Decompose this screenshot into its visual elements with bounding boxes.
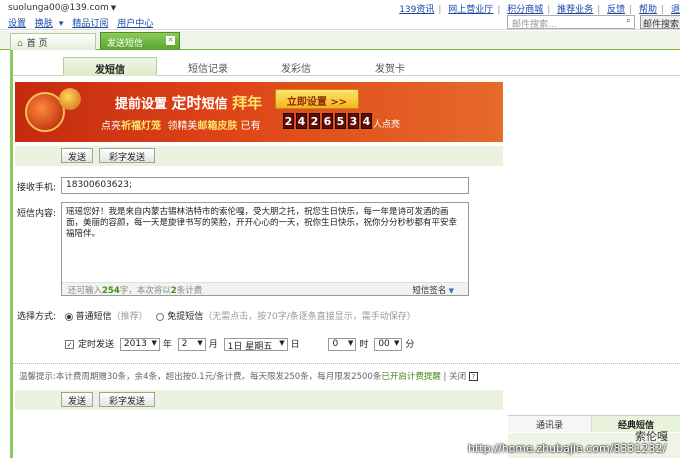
set-now-button[interactable]: 立即设置 >> [275, 89, 359, 109]
tab-home-label: 首 页 [26, 39, 48, 49]
counter-suffix: 人点亮 [373, 120, 401, 130]
mail-search-input[interactable]: 邮件搜索... ⌕ [507, 15, 635, 30]
settings-link[interactable]: 设置 [8, 19, 26, 29]
tab-sms-label: 发送短信 [107, 39, 144, 49]
top-action-bar: 发送 彩字发送 [15, 146, 503, 166]
counter-digit: 2 [283, 113, 294, 129]
close-icon[interactable]: ✕ [166, 36, 175, 45]
recipient-label: 接收手机: [17, 183, 57, 193]
top-bar: suolunga00@139.com ▼ 设置 换肤 ▾ 精品订阅 用户中心 139… [0, 0, 680, 30]
content-text: 瑶瑶您好！我是来自内蒙古锡林浩特市的索伦嘎，受大朋之托，祝您生日快乐，每一年是诗… [66, 207, 458, 239]
lantern-icon [59, 88, 81, 110]
mail-search-button[interactable]: 邮件搜索 [640, 15, 680, 29]
normal-sms-radio[interactable] [64, 312, 73, 321]
schedule-checkbox[interactable]: ✓ [65, 340, 74, 349]
counter-digit: 6 [322, 113, 333, 129]
top-right-links: 139资讯 | 网上营业厅 | 积分商城 | 推荐业务 | 反馈 | 帮助 | 退 [399, 5, 680, 15]
chevron-down-icon: ▼ [110, 4, 117, 12]
banner-headline: 提前设置 定时短信 拜年 [115, 94, 263, 112]
schedule-label: 定时发送 [78, 340, 115, 350]
year-select[interactable]: 2013 ▼ [119, 338, 160, 351]
char-counter: 还可输入254字，本次将以2条计费 短信签名 ▼ [62, 282, 468, 296]
user-center-link[interactable]: 用户中心 [117, 19, 153, 29]
promo-banner[interactable]: 提前设置 定时短信 拜年 立即设置 >> 点亮祈福灯笼 领精美邮箱皮肤 已有 2… [15, 82, 503, 142]
billing-reminder-link[interactable]: 已开启计费提醒 [381, 372, 441, 382]
counter-digit: 3 [348, 113, 359, 129]
service-hall-link[interactable]: 网上营业厅 [448, 5, 493, 15]
billing-tip: 温馨提示:本计费周期赠30条，余4条，超出按0.1元/条计费。每天限发250条，… [13, 363, 680, 382]
search-icon[interactable]: ⌕ [626, 16, 631, 26]
recommend-link[interactable]: 推荐业务 [557, 5, 593, 15]
chevron-down-icon: ▾ [58, 19, 64, 29]
content-label: 短信内容: [17, 209, 57, 219]
counter-digit: 2 [309, 113, 320, 129]
close-reminder-link[interactable]: | 关闭 [441, 372, 469, 382]
mms-send-button[interactable]: 彩字发送 [99, 148, 155, 163]
tab-send-sms[interactable]: 发送短信 ✕ [100, 32, 180, 50]
news-link[interactable]: 139资讯 [399, 5, 434, 15]
tab-contacts[interactable]: 通讯录 [508, 416, 592, 432]
help-icon[interactable]: ? [468, 372, 478, 381]
content-textarea[interactable]: 瑶瑶您好！我是来自内蒙古锡林浩特市的索伦嘎，受大朋之托，祝您生日快乐，每一年是诗… [61, 202, 469, 296]
skin-link[interactable]: 换肤 [35, 19, 53, 29]
points-mall-link[interactable]: 积分商城 [507, 5, 543, 15]
signature-dropdown[interactable]: 短信签名 ▼ [412, 284, 454, 296]
logout-link[interactable]: 退 [671, 5, 680, 15]
subtab-sms-records[interactable]: 短信记录 [161, 57, 255, 76]
flash-sms-label: 免提短信 [167, 312, 204, 322]
mode-label: 选择方式: [17, 312, 57, 322]
lit-counter: 2 4 2 6 5 3 4 [283, 113, 372, 129]
tab-home[interactable]: ⌂ 首 页 [10, 33, 96, 50]
account-email: suolunga00@139.com [8, 3, 109, 13]
subtab-send-card[interactable]: 发贺卡 [343, 57, 437, 76]
send-mode-row: 选择方式: 普通短信（推荐） 免提短信（无需点击，按70字/条逐条直接显示，需手… [17, 312, 416, 322]
user-links: 设置 换肤 ▾ 精品订阅 用户中心 [8, 16, 159, 29]
banner-subline: 点亮祈福灯笼 领精美邮箱皮肤 已有 [101, 121, 261, 132]
sms-subtabs: 发短信 短信记录 发彩信 发贺卡 [13, 54, 680, 76]
schedule-row: ✓ 定时发送 2013 ▼ 年 2 ▼ 月 1日 星期五 ▼ 日 0 ▼ 时 00 ▼ 分 [65, 338, 415, 352]
counter-digit: 4 [296, 113, 307, 129]
subtab-send-sms[interactable]: 发短信 [63, 57, 157, 76]
send-button[interactable]: 发送 [61, 148, 93, 163]
watermark-url: http://home.zhubajie.com/8331232/ [468, 442, 667, 455]
hour-select[interactable]: 0 ▼ [328, 338, 357, 351]
counter-digit: 4 [361, 113, 372, 129]
day-select[interactable]: 1日 星期五 ▼ [223, 338, 288, 352]
sms-panel: 发短信 短信记录 发彩信 发贺卡 提前设置 定时短信 拜年 立即设置 >> 点亮… [10, 50, 680, 458]
normal-sms-label: 普通短信 [75, 312, 112, 322]
month-select[interactable]: 2 ▼ [177, 338, 206, 351]
home-icon: ⌂ [17, 39, 23, 49]
subscription-link[interactable]: 精品订阅 [72, 19, 108, 29]
mms-send-button-bottom[interactable]: 彩字发送 [99, 392, 155, 407]
subtab-send-mms[interactable]: 发彩信 [249, 57, 343, 76]
chevron-down-icon: ▼ [446, 287, 454, 295]
minute-select[interactable]: 00 ▼ [374, 338, 403, 351]
tab-row: ⌂ 首 页 发送短信 ✕ [0, 31, 680, 50]
bottom-action-bar: 发送 彩字发送 [15, 390, 503, 410]
counter-digit: 5 [335, 113, 346, 129]
recipient-input[interactable]: 18300603623; [61, 177, 469, 194]
account-menu[interactable]: suolunga00@139.com ▼ [8, 3, 116, 13]
send-button-bottom[interactable]: 发送 [61, 392, 93, 407]
search-placeholder: 邮件搜索... [512, 20, 557, 30]
help-link[interactable]: 帮助 [639, 5, 657, 15]
feedback-link[interactable]: 反馈 [607, 5, 625, 15]
flash-sms-radio[interactable] [156, 312, 165, 321]
